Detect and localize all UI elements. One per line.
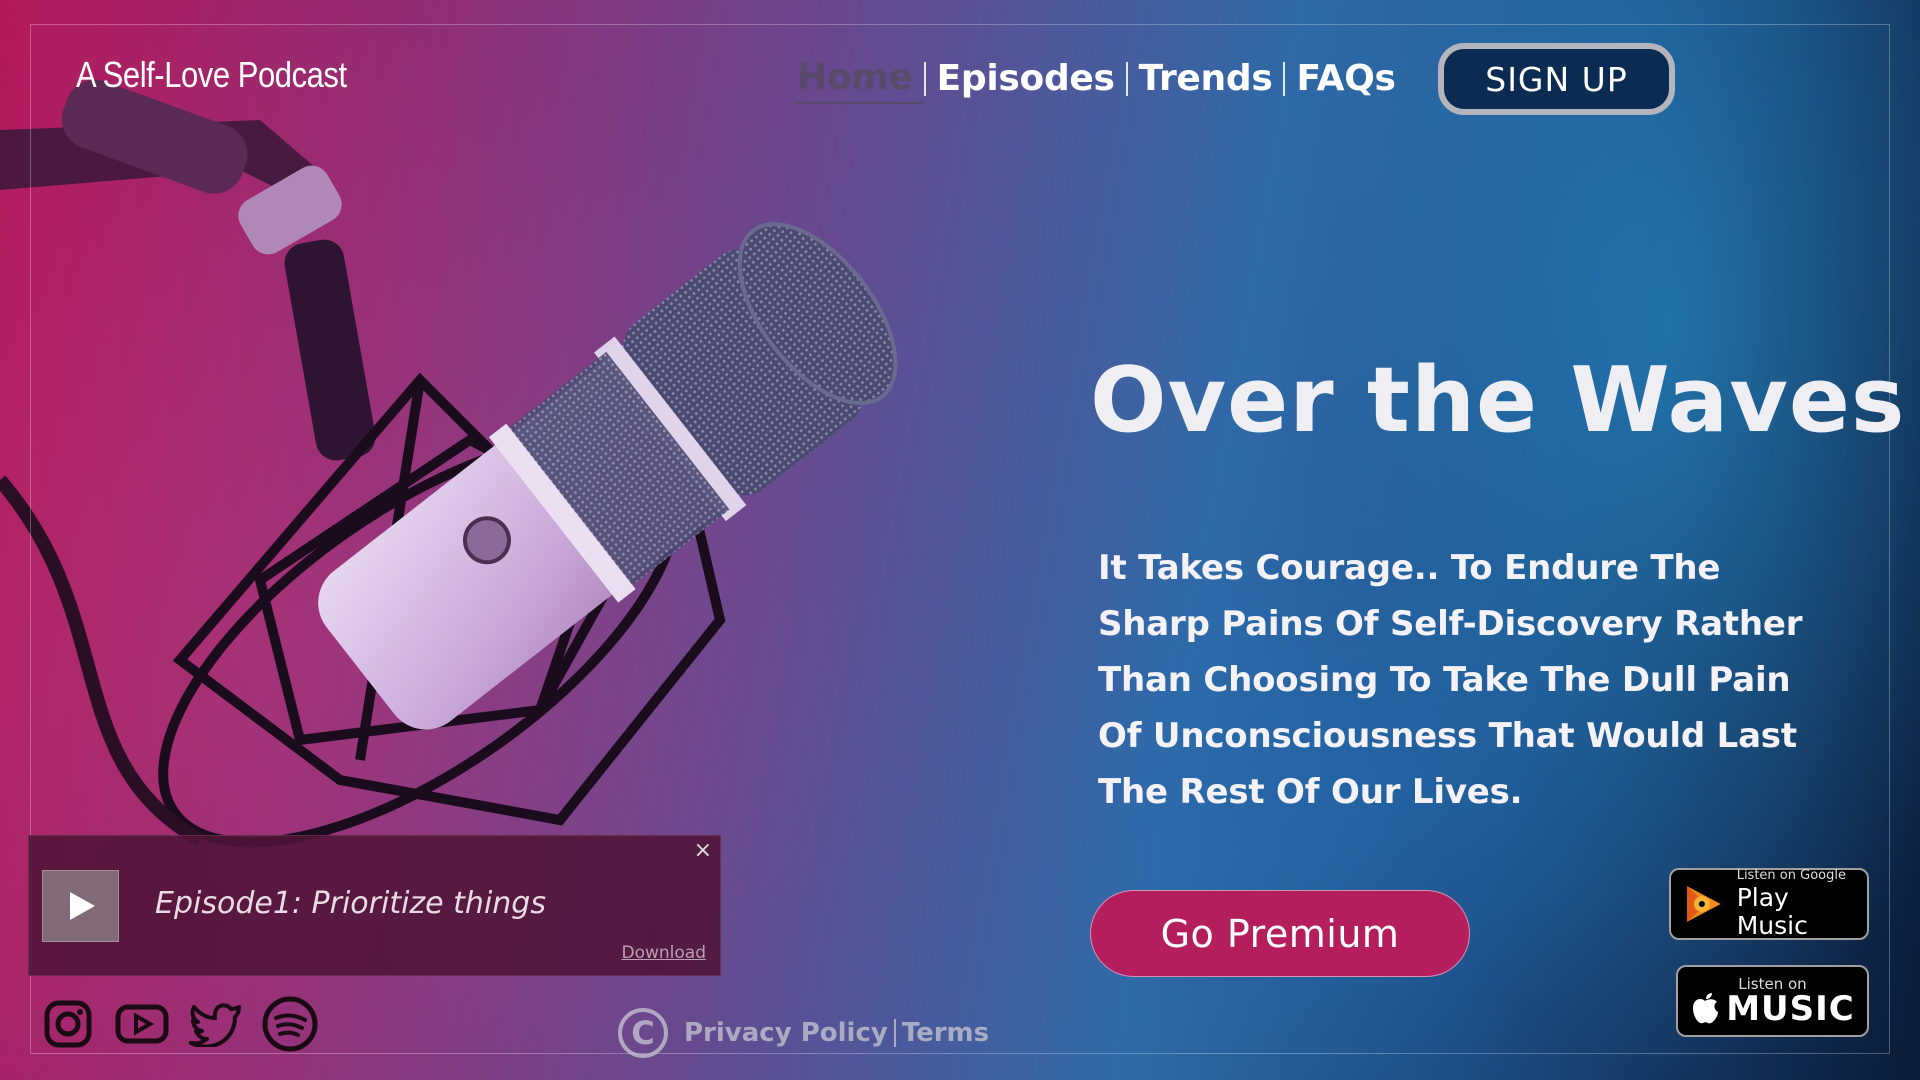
episode-title: Episode1: Prioritize things xyxy=(155,886,546,921)
download-link[interactable]: Download xyxy=(621,943,706,963)
play-icon xyxy=(69,892,95,920)
google-play-big-label: Play Music xyxy=(1736,883,1808,940)
sign-up-button[interactable]: SIGN UP xyxy=(1438,43,1675,115)
nav-episodes[interactable]: Episodes xyxy=(926,55,1126,103)
apple-music-big-label: MUSIC xyxy=(1726,989,1855,1029)
nav-home[interactable]: Home xyxy=(797,54,924,104)
google-play-badge[interactable]: Listen on Google Play Music xyxy=(1669,868,1869,940)
privacy-policy-link[interactable]: Privacy Policy xyxy=(684,1018,888,1048)
episode-player: Episode1: Prioritize things × Download xyxy=(28,835,721,976)
nav-faqs[interactable]: FAQs xyxy=(1285,55,1406,103)
instagram-icon[interactable] xyxy=(40,996,96,1052)
brand-logo[interactable]: A Self-Love Podcast xyxy=(76,54,347,96)
google-play-small-label: Listen on Google xyxy=(1736,868,1846,883)
apple-music-badge[interactable]: Listen on MUSIC xyxy=(1676,965,1869,1037)
nav-trends[interactable]: Trends xyxy=(1128,55,1284,103)
terms-link[interactable]: Terms xyxy=(902,1018,989,1048)
footer-separator xyxy=(893,1019,896,1047)
play-button[interactable] xyxy=(42,870,119,942)
footer: C Privacy Policy Terms xyxy=(618,1008,989,1058)
go-premium-button[interactable]: Go Premium xyxy=(1090,890,1470,977)
spotify-icon[interactable] xyxy=(262,996,318,1052)
copyright-icon: C xyxy=(618,1008,668,1058)
hero-title: Over the Waves xyxy=(1090,348,1906,453)
main-nav: Home Episodes Trends FAQs xyxy=(797,54,1407,104)
youtube-icon[interactable] xyxy=(114,996,170,1052)
twitter-icon[interactable] xyxy=(188,996,244,1052)
google-play-music-icon xyxy=(1686,886,1721,922)
social-links xyxy=(40,996,318,1052)
apple-logo-icon xyxy=(1693,993,1719,1024)
hero-text: It Takes Courage.. To Endure The Sharp P… xyxy=(1098,548,1803,812)
close-icon[interactable]: × xyxy=(694,840,712,862)
